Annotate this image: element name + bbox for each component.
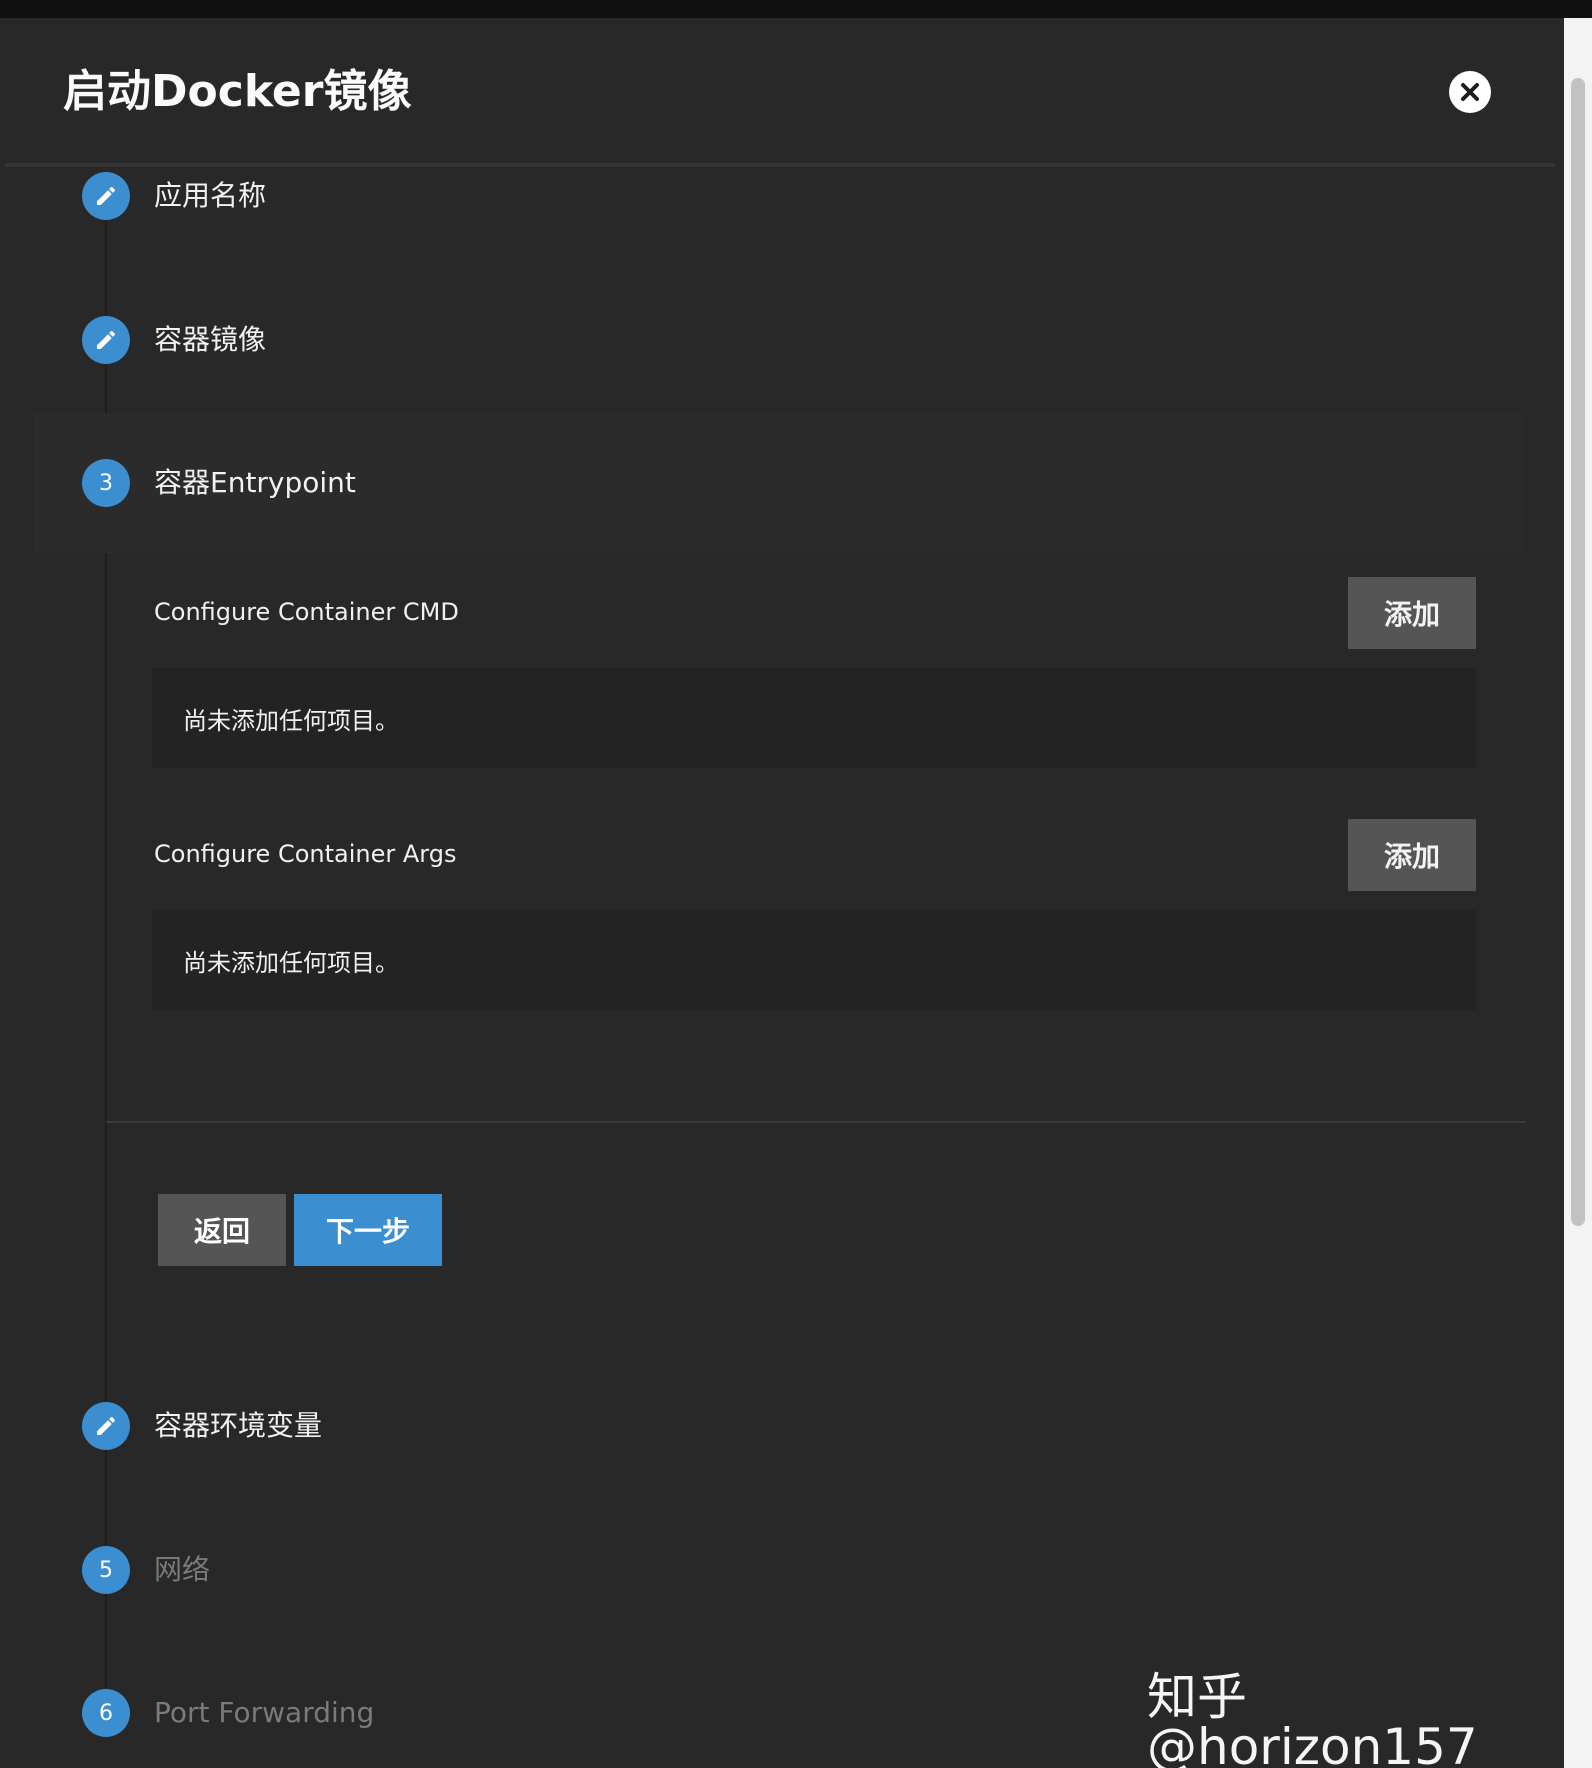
step-network[interactable]: 5 网络	[0, 1520, 1564, 1620]
step-label: 应用名称	[154, 179, 267, 212]
watermark: 知乎 @horizon157	[1147, 1668, 1478, 1768]
cmd-empty-state: 尚未添加任何项目。	[152, 668, 1476, 768]
top-bar	[0, 0, 1592, 18]
args-empty-state: 尚未添加任何项目。	[152, 910, 1476, 1010]
step-6-badge: 6	[82, 1689, 130, 1737]
step-label: 容器Entrypoint	[154, 466, 356, 499]
dialog-title: 启动Docker镜像	[63, 66, 412, 117]
close-button[interactable]	[1449, 71, 1491, 113]
step-5-badge: 5	[82, 1546, 130, 1594]
step-container-image[interactable]: 容器镜像	[0, 290, 1564, 390]
cmd-section-label: Configure Container CMD	[154, 598, 459, 626]
args-section-label: Configure Container Args	[154, 840, 457, 868]
step-4-badge	[82, 1402, 130, 1450]
step-env-vars[interactable]: 容器环境变量	[0, 1376, 1564, 1476]
add-cmd-button[interactable]: 添加	[1348, 577, 1476, 649]
scrollbar-thumb[interactable]	[1571, 78, 1585, 1226]
step-container-entrypoint[interactable]: 3 容器Entrypoint	[34, 413, 1524, 553]
step-3-badge: 3	[82, 459, 130, 507]
step-label: Port Forwarding	[154, 1696, 375, 1729]
pencil-icon	[97, 1416, 116, 1435]
next-button[interactable]: 下一步	[294, 1194, 442, 1266]
pencil-icon	[97, 186, 116, 205]
step-2-badge	[82, 316, 130, 364]
step-app-name[interactable]: 应用名称	[0, 146, 1564, 246]
step-label: 容器环境变量	[154, 1409, 323, 1442]
step-label: 容器镜像	[154, 323, 267, 356]
close-icon	[1461, 83, 1479, 101]
content-divider	[106, 1121, 1526, 1123]
back-button[interactable]: 返回	[158, 1194, 286, 1266]
launch-docker-dialog: 启动Docker镜像	[0, 18, 1564, 1768]
step-label: 网络	[154, 1553, 211, 1586]
step-1-badge	[82, 172, 130, 220]
add-args-button[interactable]: 添加	[1348, 819, 1476, 891]
pencil-icon	[97, 330, 116, 349]
